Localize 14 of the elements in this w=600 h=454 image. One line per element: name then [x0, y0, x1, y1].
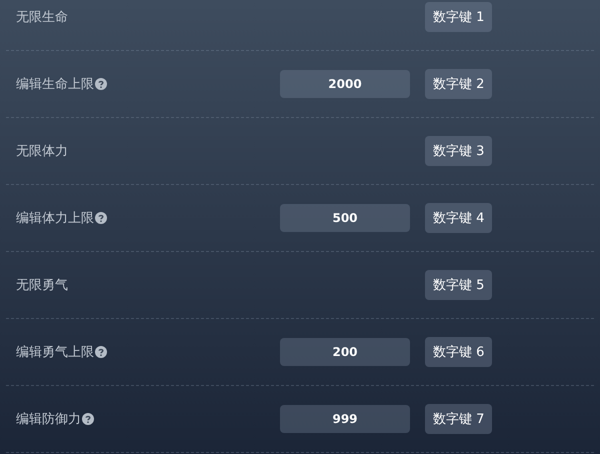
hotkey-button[interactable]: 数字键 6 [425, 337, 492, 367]
option-label: 编辑防御力 [16, 411, 81, 428]
hotkey-button[interactable]: 数字键 3 [425, 136, 492, 166]
option-label: 编辑勇气上限 [16, 344, 94, 361]
hotkey-button[interactable]: 数字键 1 [425, 2, 492, 32]
hotkey-button[interactable]: 数字键 4 [425, 203, 492, 233]
option-label: 无限体力 [16, 143, 68, 160]
option-label: 无限生命 [16, 9, 68, 26]
option-label: 无限勇气 [16, 277, 68, 294]
option-label: 编辑生命上限 [16, 76, 94, 93]
option-label: 编辑体力上限 [16, 210, 94, 227]
hotkey-button[interactable]: 数字键 5 [425, 270, 492, 300]
hotkey-button[interactable]: 数字键 7 [425, 404, 492, 434]
hotkey-button[interactable]: 数字键 2 [425, 69, 492, 99]
